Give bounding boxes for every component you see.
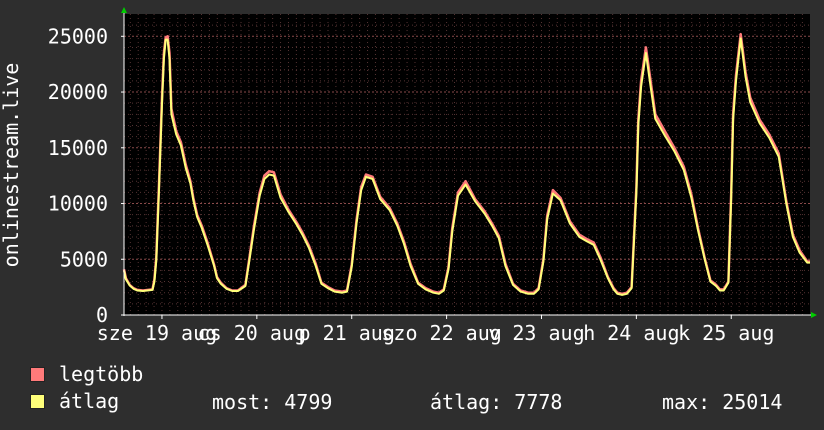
legend-label-avg: átlag: [59, 389, 120, 413]
legend-swatch-avg: [30, 393, 45, 409]
y-tick-label: 15000: [48, 136, 108, 160]
stat-avg-value: 7778: [514, 390, 563, 414]
x-axis-arrow: [811, 312, 817, 318]
legend-item-max: legtöbb: [30, 362, 144, 386]
y-tick-label: 25000: [48, 24, 108, 48]
stat-avg: átlag: 7778: [430, 390, 562, 414]
x-tick-label: h 24 aug: [583, 321, 679, 345]
y-tick-label: 20000: [48, 80, 108, 104]
y-tick-label: 10000: [48, 192, 108, 216]
chart: 0500010000150002000025000 sze 19 augcs 2…: [0, 7, 817, 345]
x-tick-labels: sze 19 augcs 20 augp 21 augszo 22 augv 2…: [97, 315, 774, 345]
y-axis-arrow: [121, 7, 127, 13]
x-tick-label: k 25 aug: [678, 321, 774, 345]
stat-now: most: 4799: [212, 390, 332, 414]
stat-now-value: 4799: [284, 390, 333, 414]
stat-max-value: 25014: [722, 390, 783, 414]
legend-label-max: legtöbb: [59, 362, 144, 386]
x-tick-label: szo 22 aug: [381, 321, 501, 345]
stat-max-label: max:: [662, 390, 711, 414]
x-tick-label: cs 20 aug: [198, 321, 306, 345]
y-axis-label: onlinestream.live: [0, 63, 23, 268]
legend-item-avg: átlag: [30, 389, 120, 413]
y-tick-label: 5000: [60, 247, 108, 271]
stat-avg-label: átlag:: [430, 390, 503, 414]
y-tick-labels: 0500010000150002000025000: [48, 24, 124, 327]
stat-max: max: 25014: [662, 390, 782, 414]
legend-swatch-max: [30, 366, 45, 382]
stat-now-label: most:: [212, 390, 273, 414]
x-tick-label: v 23 aug: [488, 321, 584, 345]
